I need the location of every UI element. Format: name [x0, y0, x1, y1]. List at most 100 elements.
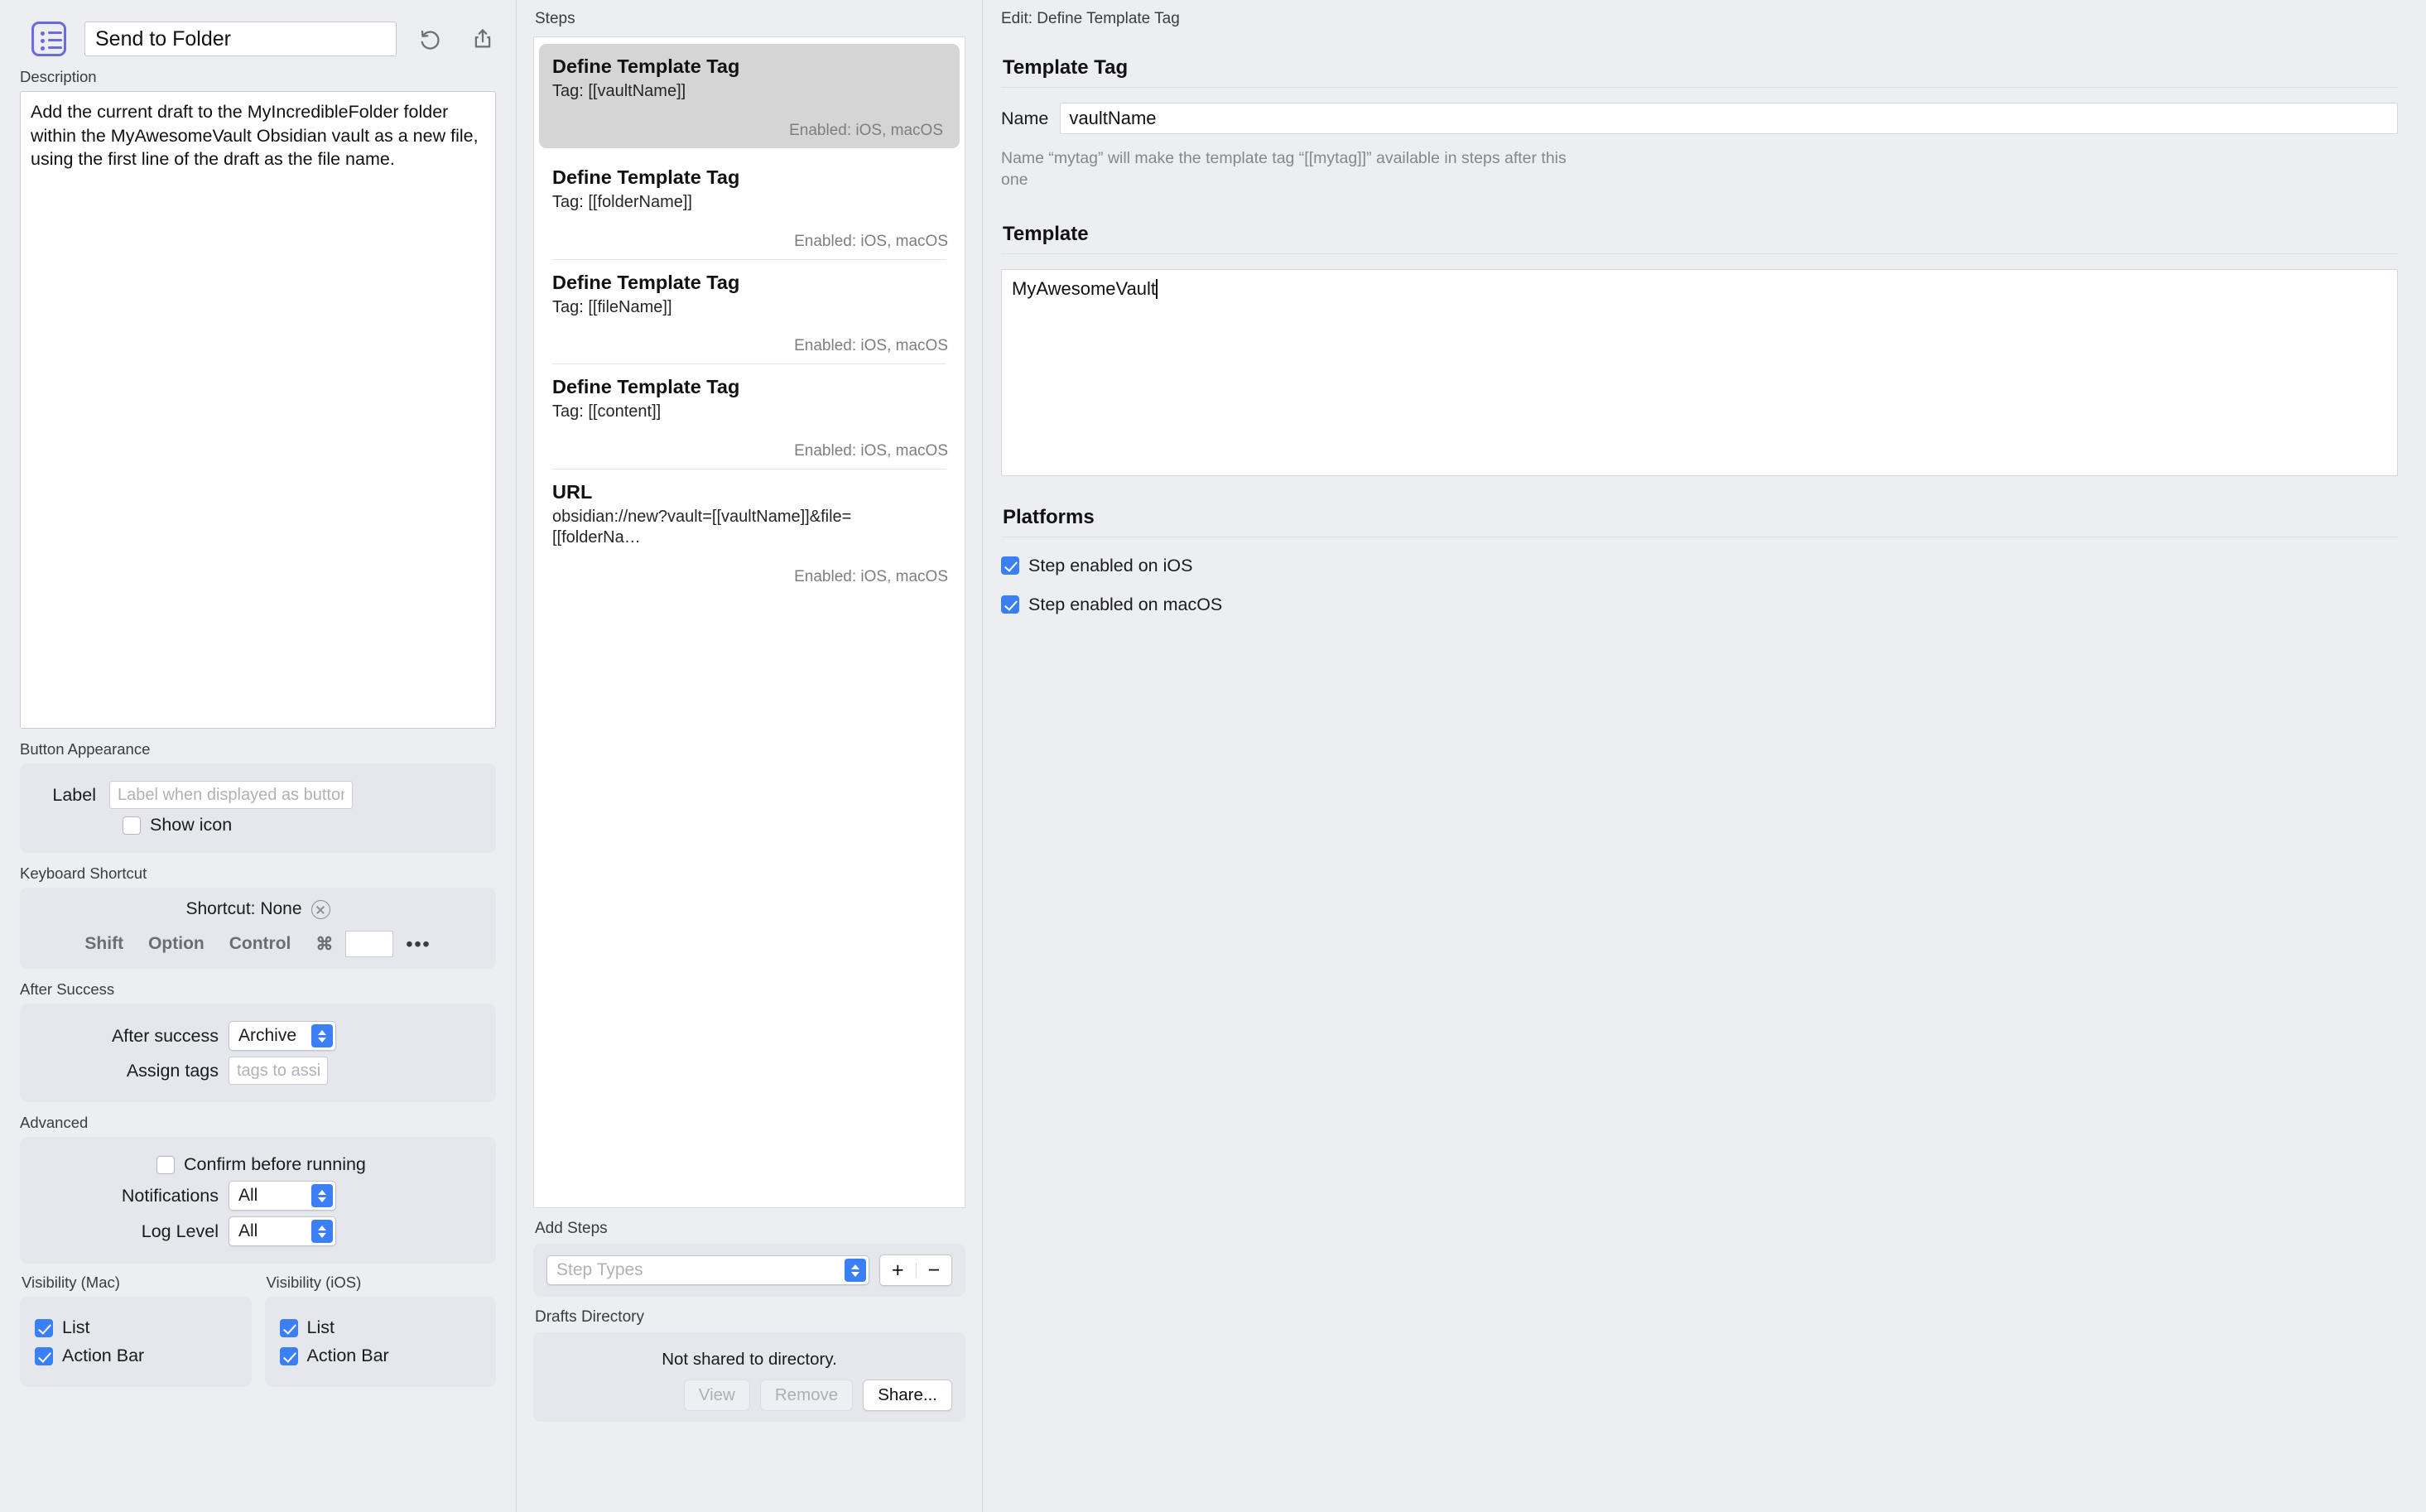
notifications-value: All: [238, 1186, 258, 1205]
step-subtitle: Tag: [[folderName]]: [552, 192, 692, 211]
tag-name-hint: Name “mytag” will make the template tag …: [1001, 149, 1567, 190]
step-enabled-platforms: Enabled: iOS, macOS: [794, 232, 948, 250]
modifier-shift[interactable]: Shift: [72, 934, 136, 954]
visibility-mac-list-label: List: [62, 1317, 90, 1337]
visibility-ios-actionbar-label: Action Bar: [306, 1346, 389, 1365]
editor-header: Edit: Define Template Tag: [1001, 10, 1180, 27]
drafts-action-editor-window: Description Add the current draft to the…: [0, 0, 2426, 1512]
log-level-label: Log Level: [141, 1221, 219, 1241]
share-icon[interactable]: [466, 22, 499, 55]
keyboard-shortcut-label: Keyboard Shortcut: [20, 864, 147, 882]
list-badge-icon: [31, 22, 66, 56]
step-enabled-platforms: Enabled: iOS, macOS: [794, 567, 948, 585]
step-enabled-macos-checkbox[interactable]: [1001, 595, 1019, 614]
step-title: Define Template Tag: [552, 55, 740, 77]
step-types-value: Step Types: [556, 1260, 643, 1279]
after-success-label: After Success: [20, 980, 115, 998]
modifier-control[interactable]: Control: [217, 934, 304, 954]
visibility-mac-label: Visibility (Mac): [22, 1274, 120, 1291]
divider: [1001, 253, 2398, 254]
after-success-field-label: After success: [111, 1025, 219, 1046]
description-textarea[interactable]: Add the current draft to the MyIncredibl…: [20, 91, 496, 729]
description-label: Description: [20, 68, 97, 85]
step-enabled-platforms: Enabled: iOS, macOS: [789, 121, 943, 139]
step-types-select[interactable]: Step Types: [546, 1255, 869, 1285]
visibility-ios-list-label: List: [306, 1317, 335, 1337]
show-icon-checkbox[interactable]: [123, 816, 141, 835]
add-step-button[interactable]: +: [880, 1259, 916, 1283]
drafts-directory-group: Not shared to directory. View Remove Sha…: [533, 1332, 965, 1422]
tag-name-input[interactable]: [1060, 103, 2398, 134]
remove-button[interactable]: Remove: [759, 1380, 854, 1411]
step-subtitle: Tag: [[fileName]]: [552, 297, 672, 316]
advanced-label: Advanced: [20, 1114, 89, 1131]
show-icon-label: Show icon: [150, 815, 233, 835]
visibility-mac-actionbar-label: Action Bar: [62, 1346, 145, 1365]
visibility-ios-label: Visibility (iOS): [266, 1274, 362, 1291]
platforms-section-label: Platforms: [1003, 505, 1095, 528]
shortcut-key-input[interactable]: [345, 931, 394, 957]
steps-header: Steps: [535, 10, 575, 27]
view-button[interactable]: View: [683, 1380, 750, 1411]
divider: [1001, 87, 2398, 88]
step-enabled-macos-label: Step enabled on macOS: [1028, 594, 1223, 614]
notifications-select[interactable]: All: [229, 1181, 336, 1211]
template-section-label: Template: [1003, 222, 1089, 245]
modifier-command[interactable]: ⌘: [303, 934, 345, 955]
step-subtitle: Tag: [[vaultName]]: [552, 82, 686, 100]
assign-tags-input[interactable]: [229, 1057, 328, 1085]
step-item[interactable]: Define Template Tag Tag: [[folderName]] …: [534, 155, 965, 259]
step-enabled-ios-checkbox[interactable]: [1001, 556, 1019, 575]
chevron-updown-icon: [311, 1184, 333, 1207]
action-settings-panel: Description Add the current draft to the…: [0, 0, 517, 1512]
steps-list[interactable]: Define Template Tag Tag: [[vaultName]] E…: [533, 36, 965, 1208]
step-item[interactable]: Define Template Tag Tag: [[fileName]] En…: [534, 260, 965, 364]
chevron-updown-icon: [311, 1024, 333, 1047]
share-button[interactable]: Share...: [863, 1380, 952, 1411]
drafts-directory-label: Drafts Directory: [535, 1308, 644, 1326]
add-steps-group: Step Types + −: [533, 1244, 965, 1297]
shortcut-more-button[interactable]: •••: [393, 933, 443, 956]
steps-panel: Steps Define Template Tag Tag: [[vaultNa…: [517, 0, 983, 1512]
template-tag-section-label: Template Tag: [1003, 56, 1129, 79]
template-textarea[interactable]: MyAwesomeVault: [1001, 268, 2398, 476]
notifications-label: Notifications: [121, 1185, 219, 1206]
step-enabled-platforms: Enabled: iOS, macOS: [794, 337, 948, 355]
modifier-option[interactable]: Option: [136, 934, 217, 954]
action-header: [0, 0, 516, 56]
button-appearance-group: Label Show icon: [20, 763, 496, 853]
step-item[interactable]: Define Template Tag Tag: [[vaultName]] E…: [539, 44, 960, 148]
label-field-label: Label: [52, 784, 96, 805]
visibility-ios-actionbar-checkbox[interactable]: [279, 1346, 298, 1365]
after-success-select[interactable]: Archive: [229, 1021, 336, 1051]
step-title: Define Template Tag: [552, 376, 740, 398]
step-title: Define Template Tag: [552, 166, 740, 188]
visibility-mac-list-checkbox[interactable]: [35, 1318, 53, 1337]
step-subtitle: obsidian://new?vault=[[vaultName]]&file=…: [552, 508, 852, 547]
undo-icon[interactable]: [415, 22, 448, 55]
clear-circle-icon[interactable]: [310, 899, 330, 919]
log-level-select[interactable]: All: [229, 1216, 336, 1246]
log-level-value: All: [238, 1221, 258, 1240]
action-title-input[interactable]: [84, 22, 397, 56]
step-title: URL: [552, 481, 593, 503]
visibility-mac-group: List Action Bar: [20, 1297, 252, 1387]
step-subtitle: Tag: [[content]]: [552, 402, 662, 421]
step-item[interactable]: URL obsidian://new?vault=[[vaultName]]&f…: [534, 469, 965, 595]
add-remove-step-buttons[interactable]: + −: [879, 1254, 952, 1286]
modifier-keys-row: Shift Option Control ⌘ •••: [20, 931, 496, 957]
step-enabled-platforms: Enabled: iOS, macOS: [794, 442, 948, 460]
step-item[interactable]: Define Template Tag Tag: [[content]] Ena…: [534, 364, 965, 469]
assign-tags-label: Assign tags: [126, 1060, 219, 1081]
remove-step-button[interactable]: −: [917, 1259, 952, 1283]
visibility-mac-actionbar-checkbox[interactable]: [35, 1346, 53, 1365]
add-steps-label: Add Steps: [535, 1220, 608, 1237]
after-success-group: After success Archive Assign tags: [20, 1004, 496, 1102]
confirm-before-running-checkbox[interactable]: [156, 1155, 175, 1174]
advanced-group: Confirm before running Notifications All…: [20, 1137, 496, 1264]
visibility-ios-list-checkbox[interactable]: [279, 1318, 298, 1337]
directory-status: Not shared to directory.: [662, 1350, 837, 1369]
template-value: MyAwesomeVault: [1012, 277, 1157, 299]
button-label-input[interactable]: [109, 781, 353, 809]
text-cursor: [1156, 278, 1158, 299]
